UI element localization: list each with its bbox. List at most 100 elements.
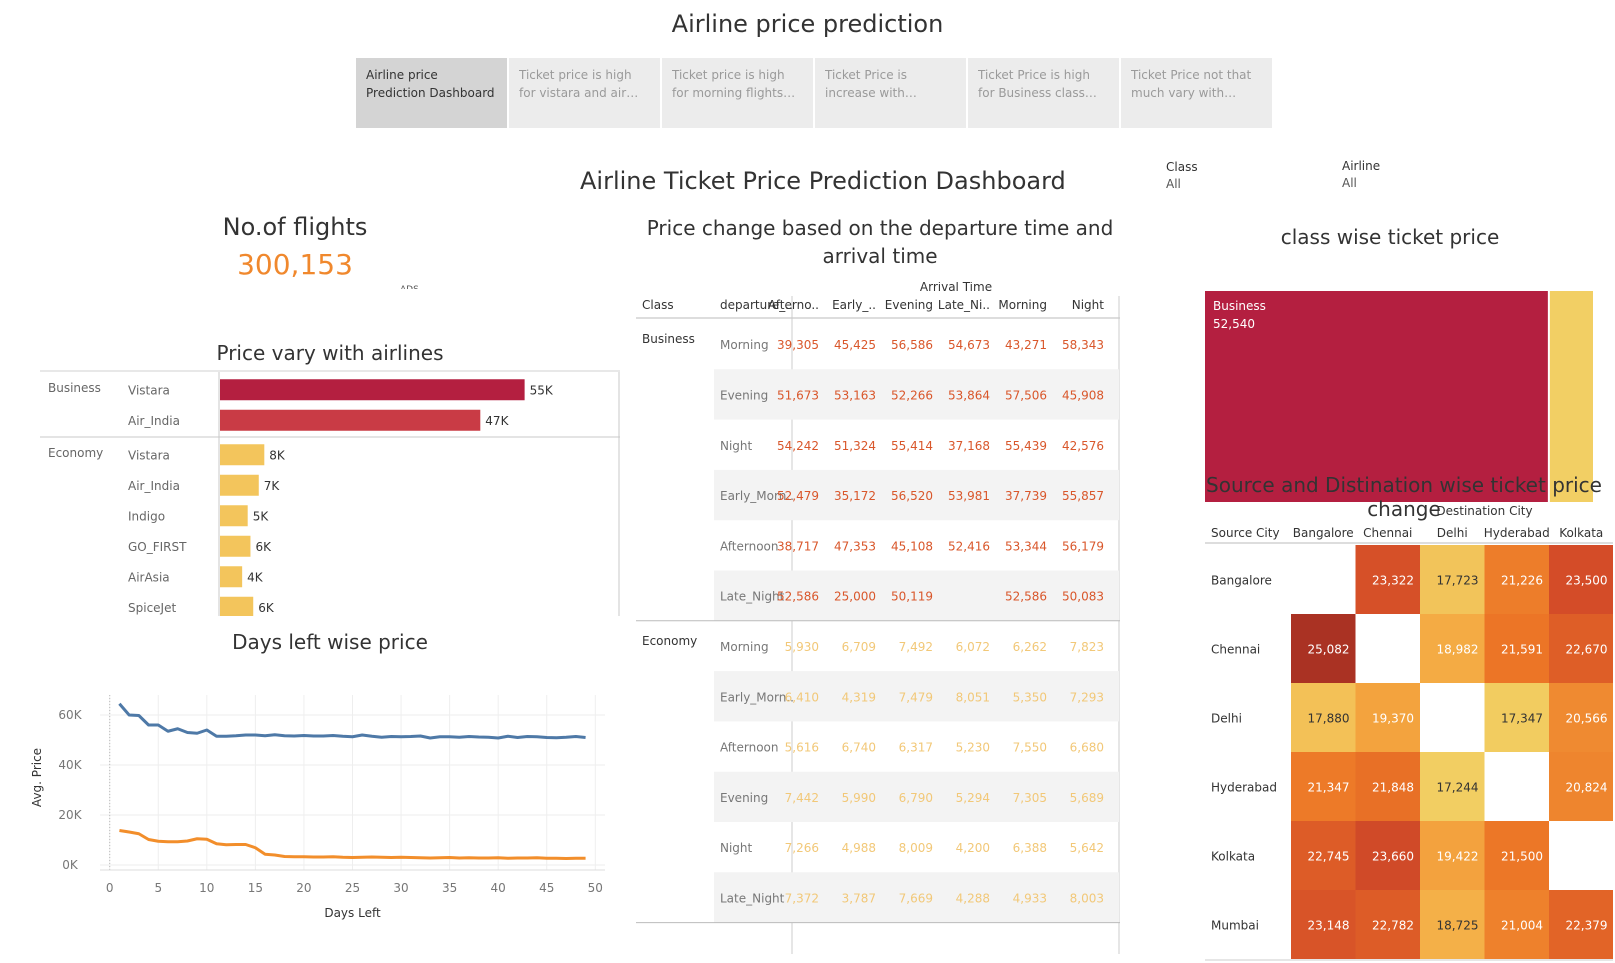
table-cell-value: 54,242 <box>777 439 819 453</box>
table-cell-value: 55,439 <box>1005 439 1047 453</box>
airline-bar <box>220 505 248 527</box>
source-city-header: Source City <box>1211 526 1280 540</box>
heatmap-cell-value: 17,347 <box>1501 712 1543 726</box>
kpi-clipped-text: ADS <box>400 285 420 289</box>
treemap-title: class wise ticket price <box>1280 225 1500 249</box>
table-cell-value: 6,317 <box>899 741 933 755</box>
table-class-label: Business <box>642 332 695 346</box>
x-tick-label: 20 <box>296 881 311 895</box>
table-cell-value: 53,163 <box>834 388 876 402</box>
table-cell-value: 7,550 <box>1013 741 1047 755</box>
days-left-line-chart: 0 5 10 15 20 25 30 35 40 45 50 0K 20K 40K 60K Days Left… <box>30 695 605 920</box>
table-cell-value: 5,930 <box>785 640 819 654</box>
airline-bar-label: 7K <box>264 479 281 493</box>
table-cell-value: 7,372 <box>785 891 819 905</box>
airline-bar <box>220 409 481 431</box>
airline-filter[interactable]: Airline All <box>1342 159 1380 190</box>
table-cell-value: 5,350 <box>1013 690 1047 704</box>
table-col-header: Late_Ni.. <box>938 298 990 312</box>
table-cell-value: 53,864 <box>948 388 990 402</box>
table-cell-value: 51,673 <box>777 388 819 402</box>
table-cell-value: 38,717 <box>777 539 819 553</box>
airline-bar-label: 4K <box>247 570 264 584</box>
airline-bar <box>220 379 525 401</box>
table-col-header: Class <box>642 298 674 312</box>
table-cell-value: 58,343 <box>1062 338 1104 352</box>
table-cell-value: 42,576 <box>1062 439 1104 453</box>
class-filter-value[interactable]: All <box>1166 177 1198 191</box>
table-cell-value: 52,479 <box>777 489 819 503</box>
table-cell-value: 8,051 <box>956 690 990 704</box>
destination-label: Delhi <box>1437 526 1468 540</box>
table-cell-value: 50,083 <box>1062 590 1104 604</box>
table-cell-value: 45,425 <box>834 338 876 352</box>
departure-label: Afternoon <box>720 539 779 553</box>
table-col-header: Morning <box>998 298 1047 312</box>
table-cell-value: 52,586 <box>777 590 819 604</box>
heatmap-cell-value: 18,725 <box>1437 919 1479 933</box>
story-tab-2[interactable]: Ticket price is high for vistara and air… <box>509 58 660 128</box>
airline-label: GO_FIRST <box>128 540 187 554</box>
table-cell-value: 7,823 <box>1070 640 1104 654</box>
time-table-title: Price change based on the departure time… <box>646 216 1114 268</box>
dashboard-title: Airline Ticket Price Prediction Dashboar… <box>580 167 1066 195</box>
table-cell-value: 53,981 <box>948 489 990 503</box>
table-cell-value: 55,857 <box>1062 489 1104 503</box>
class-treemap: Business 52,540 <box>1205 291 1593 502</box>
departure-label: Late_Night <box>720 590 785 604</box>
table-cell-value: 5,616 <box>785 741 819 755</box>
airline-label: Vistara <box>128 383 170 397</box>
table-cell-value: 6,790 <box>899 791 933 805</box>
table-cell-value: 52,266 <box>891 388 933 402</box>
table-cell-value: 4,988 <box>842 841 876 855</box>
table-cell-value: 35,172 <box>834 489 876 503</box>
table-cell-value: 6,072 <box>956 640 990 654</box>
heatmap-cell-value: 20,824 <box>1566 781 1608 795</box>
airline-filter-label: Airline <box>1342 159 1381 173</box>
story-tab-label: Ticket price is high for morning flights… <box>672 68 785 100</box>
x-tick-label: 45 <box>539 881 554 895</box>
heatmap-cell-value: 21,591 <box>1501 643 1543 657</box>
airline-bar <box>220 535 251 557</box>
destination-label: Hyderabad <box>1484 526 1550 540</box>
table-cell-value: 7,669 <box>899 891 933 905</box>
airline-filter-value[interactable]: All <box>1342 176 1380 190</box>
table-cell-value: 47,353 <box>834 539 876 553</box>
table-cell-value: 50,119 <box>891 590 933 604</box>
story-tab-4[interactable]: Ticket Price is increase with decrease w… <box>815 58 966 128</box>
table-col-header: Evening <box>885 298 933 312</box>
table-cell-value: 4,933 <box>1013 891 1047 905</box>
heatmap-cell-value: 23,322 <box>1372 574 1414 588</box>
heatmap-cell-value: 22,670 <box>1566 643 1608 657</box>
story-tab-1[interactable]: Airline price Prediction Dashboard <box>356 58 507 128</box>
story-tab-6[interactable]: Ticket Price not that much vary with sou… <box>1121 58 1272 128</box>
class-filter[interactable]: Class All <box>1166 160 1198 191</box>
story-tab-5[interactable]: Ticket Price is high for Business class … <box>968 58 1119 128</box>
airline-class-label: Economy <box>48 446 103 460</box>
heatmap-cell-value: 19,370 <box>1372 712 1414 726</box>
heatmap-cell-value: 19,422 <box>1437 850 1479 864</box>
table-cell-value: 3,787 <box>842 891 876 905</box>
source-city-label: Delhi <box>1211 712 1242 726</box>
story-tab-3[interactable]: Ticket price is high for morning flights… <box>662 58 813 128</box>
table-cell-value: 6,680 <box>1070 741 1104 755</box>
airline-bar-label: 6K <box>258 601 275 615</box>
x-tick-label: 25 <box>345 881 360 895</box>
treemap-cell <box>1549 291 1593 502</box>
city-heatmap: Destination City Source City Bangalore Chen… <box>1205 504 1613 961</box>
airline-bar <box>220 566 243 588</box>
airline-class-label: Business <box>48 381 101 395</box>
table-cell-value: 25,000 <box>834 590 876 604</box>
table-cell-value: 7,479 <box>899 690 933 704</box>
table-cell-value: 7,492 <box>899 640 933 654</box>
story-tab-label: Ticket Price is high for Business class … <box>978 68 1090 100</box>
table-cell-value: 53,344 <box>1005 539 1047 553</box>
table-cell-value: 5,230 <box>956 741 990 755</box>
x-tick-label: 10 <box>199 881 214 895</box>
x-tick-label: 30 <box>393 881 408 895</box>
airline-bar <box>220 474 259 496</box>
y-tick-label: 20K <box>58 808 82 822</box>
arrival-time-header: Arrival Time <box>920 282 992 294</box>
time-price-table: Arrival TimeClass departure_..Afterno.. Ea… <box>636 282 1120 954</box>
departure-label: Late_Night <box>720 891 785 905</box>
